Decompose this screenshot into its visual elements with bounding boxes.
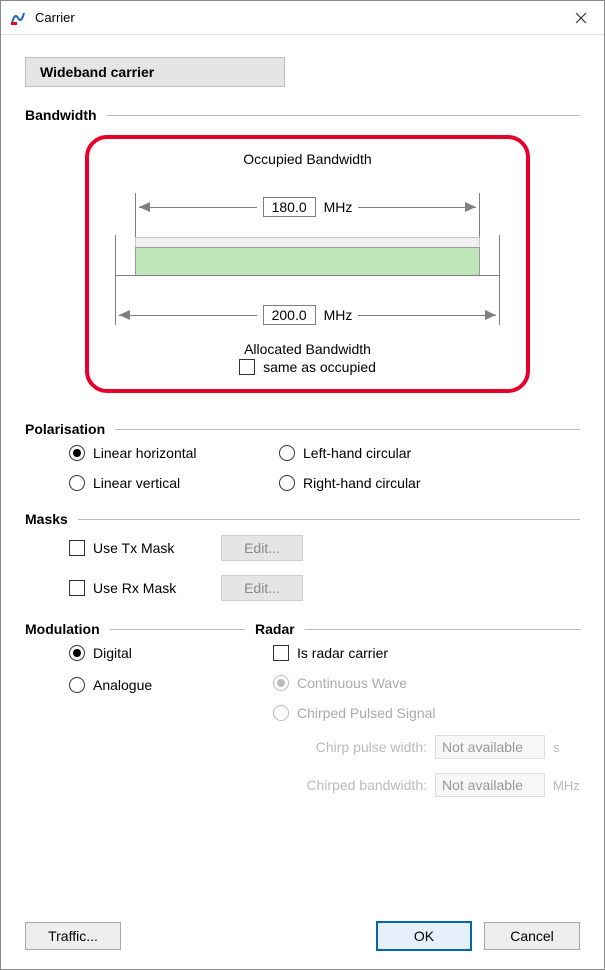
traffic-button[interactable]: Traffic... (25, 922, 121, 950)
use-tx-mask-checkbox[interactable]: Use Tx Mask (69, 540, 209, 556)
occupied-bandwidth-label: Occupied Bandwidth (109, 151, 506, 167)
same-as-occupied-label: same as occupied (263, 359, 376, 375)
radio-linear-horizontal[interactable]: Linear horizontal (69, 445, 269, 461)
section-masks: Masks (25, 511, 580, 527)
occupied-bandwidth-unit: MHz (324, 199, 353, 215)
radio-continuous-wave: Continuous Wave (273, 675, 581, 691)
title-bar: Carrier (1, 1, 604, 35)
dialog-content: Wideband carrier Bandwidth Occupied Band… (1, 35, 604, 969)
radio-left-hand-circular[interactable]: Left-hand circular (279, 445, 479, 461)
section-modulation: Modulation (25, 621, 245, 637)
section-bandwidth-label: Bandwidth (25, 107, 97, 123)
window-title: Carrier (35, 10, 75, 25)
chirp-pulse-width-value: Not available (435, 735, 545, 759)
edit-tx-mask-button[interactable]: Edit... (221, 535, 303, 561)
edit-rx-mask-button[interactable]: Edit... (221, 575, 303, 601)
tab-wideband-carrier[interactable]: Wideband carrier (25, 57, 285, 87)
radio-linear-vertical[interactable]: Linear vertical (69, 475, 269, 491)
radio-digital[interactable]: Digital (69, 645, 245, 661)
radio-right-hand-circular[interactable]: Right-hand circular (279, 475, 479, 491)
same-as-occupied-checkbox[interactable]: same as occupied (239, 359, 376, 375)
radio-analogue[interactable]: Analogue (69, 677, 245, 693)
use-rx-mask-checkbox[interactable]: Use Rx Mask (69, 580, 209, 596)
occupied-bandwidth-input[interactable]: 180.0 (263, 197, 316, 217)
is-radar-carrier-checkbox[interactable]: Is radar carrier (273, 645, 581, 661)
section-polarisation: Polarisation (25, 421, 580, 437)
section-polarisation-label: Polarisation (25, 421, 105, 437)
chirped-bandwidth-value: Not available (435, 773, 545, 797)
allocated-bandwidth-unit: MHz (324, 307, 353, 323)
app-icon (9, 9, 27, 27)
chirped-bandwidth-unit: MHz (553, 778, 581, 793)
section-masks-label: Masks (25, 511, 68, 527)
allocated-bandwidth-label: Allocated Bandwidth (109, 341, 506, 357)
section-bandwidth: Bandwidth (25, 107, 580, 123)
bandwidth-box: Occupied Bandwidth 180.0 MHz 200.0 (85, 135, 530, 393)
ok-button[interactable]: OK (376, 921, 472, 951)
chirp-pulse-width-label: Chirp pulse width: (287, 739, 427, 755)
close-button[interactable] (558, 1, 604, 35)
section-radar: Radar (255, 621, 581, 637)
radio-chirped-pulsed: Chirped Pulsed Signal (273, 705, 581, 721)
close-icon (575, 12, 587, 24)
footer: Traffic... OK Cancel (25, 903, 580, 951)
allocated-bandwidth-input[interactable]: 200.0 (263, 305, 316, 325)
chirp-pulse-width-unit: s (553, 740, 581, 755)
chirped-bandwidth-label: Chirped bandwidth: (287, 777, 427, 793)
section-radar-label: Radar (255, 621, 295, 637)
section-modulation-label: Modulation (25, 621, 100, 637)
bandwidth-diagram: 180.0 MHz 200.0 MHz (115, 175, 500, 335)
cancel-button[interactable]: Cancel (484, 922, 580, 950)
